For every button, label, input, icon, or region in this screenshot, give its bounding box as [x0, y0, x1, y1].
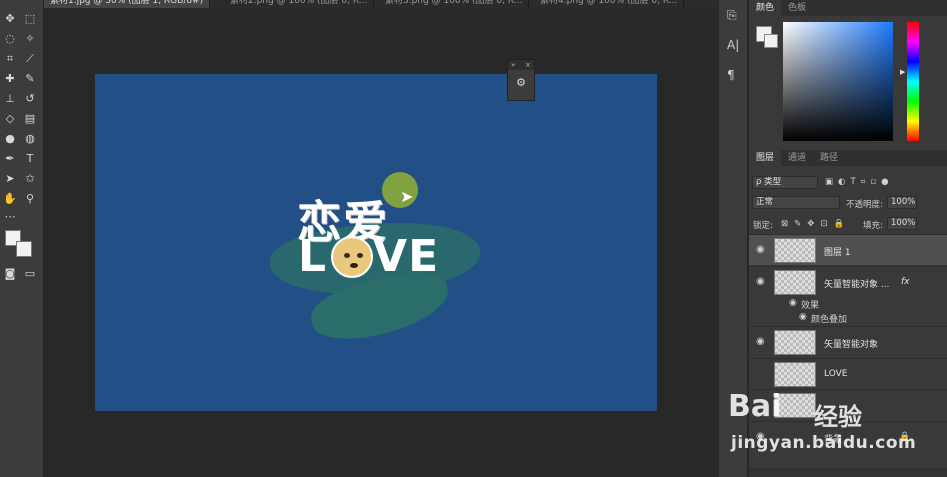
close-icon[interactable]: × — [525, 60, 531, 70]
layer-row[interactable]: ... — [749, 389, 947, 420]
tab-paths[interactable]: 路径 — [813, 150, 845, 166]
zoom-tool-icon[interactable]: ⚲ — [22, 191, 38, 207]
effect-eye-icon[interactable]: ◉ — [799, 312, 807, 322]
magic-wand-icon[interactable]: ✧ — [22, 31, 38, 47]
blur-tool-icon[interactable]: ● — [2, 131, 18, 147]
visibility-eye-icon[interactable]: ◉ — [756, 431, 765, 442]
layer-thumbnail — [774, 270, 816, 295]
effect-eye-icon[interactable]: ◉ — [789, 298, 797, 308]
shape-tool-icon[interactable]: ✩ — [22, 171, 38, 187]
layer-name: 矢量智能对象 — [824, 340, 879, 350]
dodge-tool-icon[interactable]: ◍ — [22, 131, 38, 147]
background-color-swatch[interactable] — [16, 241, 32, 257]
screen-mode-icon[interactable]: ▭ — [22, 266, 38, 282]
layers-panel-footer — [749, 468, 947, 477]
layer-row[interactable]: ◉ 矢量智能对象 ... fx — [749, 266, 947, 297]
layer-name: 背景 — [824, 435, 843, 445]
lock-icons[interactable]: ⊠✎✥⊡🔒 — [781, 219, 850, 229]
right-panels: 颜色 色板 ▶ 图层 通道 路径 ρ 类型 ▣◐T⌗▫● 正常 不透明度: 10… — [749, 0, 947, 477]
visibility-eye-icon[interactable]: ◉ — [756, 276, 765, 287]
tab-color[interactable]: 颜色 — [749, 0, 782, 16]
layer-row[interactable]: ◉ 图层 1 — [749, 234, 947, 265]
effect-item-label: 颜色叠加 — [811, 315, 848, 325]
hand-tool-icon[interactable]: ✋ — [2, 191, 18, 207]
clone-stamp-icon[interactable]: ⊥ — [2, 91, 18, 107]
lasso-tool-icon[interactable]: ◌ — [2, 31, 18, 47]
effects-row[interactable]: ◉ 效果 — [749, 298, 947, 312]
document-tabs: 素材1.jpg @ 50% (图层 1, RGB/8#) 素材2.png @ 1… — [44, 0, 718, 8]
layers-panel-tabs: 图层 通道 路径 — [749, 150, 947, 166]
tab-document-2[interactable]: 素材2.png @ 100% (图层 0, R... — [224, 0, 375, 8]
move-tool-icon[interactable]: ✥ — [2, 11, 18, 27]
healing-brush-icon[interactable]: ✚ — [2, 71, 18, 87]
path-select-icon[interactable]: ➤ — [2, 171, 18, 187]
more-tools-icon[interactable]: ⋯ — [2, 209, 18, 225]
canvas-workspace: 恋爱 L VE ➤ » × ⚙ — [45, 8, 718, 477]
tab-layers[interactable]: 图层 — [749, 150, 782, 166]
love-letters-ve: VE — [373, 231, 440, 282]
crop-tool-icon[interactable]: ⌗ — [2, 51, 18, 67]
brush-tool-icon[interactable]: ✎ — [22, 71, 38, 87]
layer-thumbnail — [774, 362, 816, 387]
layer-thumbnail — [774, 330, 816, 355]
opacity-input[interactable]: 100% — [887, 196, 917, 209]
tab-channels[interactable]: 通道 — [781, 150, 813, 166]
opacity-label: 不透明度: — [846, 200, 883, 210]
layer-fx-icon[interactable]: fx — [901, 277, 910, 287]
effect-item-row[interactable]: ◉ 颜色叠加 — [749, 312, 947, 326]
type-tool-icon[interactable]: T — [22, 151, 38, 167]
color-field[interactable] — [783, 22, 893, 141]
cursor-arrow-icon: ➤ — [400, 187, 414, 206]
history-brush-icon[interactable]: ↺ — [22, 91, 38, 107]
layer-name: 图层 1 — [824, 248, 851, 258]
visibility-eye-icon[interactable]: ◉ — [756, 336, 765, 347]
document-canvas[interactable]: 恋爱 L VE ➤ — [95, 74, 657, 411]
layer-thumbnail — [774, 393, 816, 418]
hue-caret-icon: ▶ — [900, 68, 906, 76]
photoshop-window: ✥ ⬚ ◌ ✧ ⌗ ⟋ ✚ ✎ ⊥ ↺ ◇ ▤ ● ◍ ✒ T ➤ ✩ ✋ ⚲ … — [0, 0, 947, 477]
gradient-tool-icon[interactable]: ▤ — [22, 111, 38, 127]
doge-face-icon — [331, 236, 373, 278]
eraser-tool-icon[interactable]: ◇ — [2, 111, 18, 127]
color-panel-tabs: 颜色 色板 — [749, 0, 947, 16]
blend-mode-select[interactable]: 正常 — [752, 196, 840, 209]
fill-label: 填充: — [863, 221, 883, 231]
layer-thumbnail — [774, 238, 816, 263]
tab-document-4[interactable]: 素材4.png @ 100% (图层 0, R... — [534, 0, 685, 8]
layer-row[interactable]: LOVE — [749, 358, 947, 389]
quick-mask-icon[interactable]: ◙ — [2, 266, 18, 282]
properties-icon[interactable]: ⚙ — [508, 76, 534, 89]
history-icon[interactable]: ⎘ — [727, 8, 737, 23]
layer-name: 矢量智能对象 ... — [824, 280, 890, 290]
marquee-tool-icon[interactable]: ⬚ — [22, 11, 38, 27]
panel-dock-strip: ⎘ A| ¶ — [718, 0, 748, 477]
layer-row[interactable]: ◉ 矢量智能对象 — [749, 326, 947, 357]
eyedropper-tool-icon[interactable]: ⟋ — [22, 51, 38, 67]
visibility-eye-icon[interactable]: ◉ — [756, 244, 765, 255]
layer-row[interactable]: ◉ 背景 🔒 — [749, 421, 947, 452]
pen-tool-icon[interactable]: ✒ — [2, 151, 18, 167]
tab-document-3[interactable]: 素材3.png @ 100% (图层 0, R... — [379, 0, 530, 8]
layer-name: ... — [824, 400, 833, 410]
effects-label: 效果 — [801, 301, 820, 311]
floating-mini-panel: » × ⚙ — [507, 59, 535, 101]
color-background-swatch[interactable] — [764, 34, 778, 48]
lock-label: 锁定: — [753, 221, 773, 231]
tools-panel: ✥ ⬚ ◌ ✧ ⌗ ⟋ ✚ ✎ ⊥ ↺ ◇ ▤ ● ◍ ✒ T ➤ ✩ ✋ ⚲ … — [0, 0, 44, 477]
layer-name: LOVE — [824, 369, 848, 379]
love-letter-l: L — [298, 231, 328, 282]
layer-filter-icons[interactable]: ▣◐T⌗▫● — [825, 177, 894, 187]
tab-swatches[interactable]: 色板 — [781, 0, 813, 16]
tab-document-1[interactable]: 素材1.jpg @ 50% (图层 1, RGB/8#) — [44, 0, 211, 8]
character-icon[interactable]: A| — [727, 38, 739, 52]
hue-slider[interactable] — [907, 22, 919, 141]
layer-filter-select[interactable]: ρ 类型 — [752, 176, 818, 189]
fill-input[interactable]: 100% — [887, 217, 917, 230]
expand-icon[interactable]: » — [511, 60, 515, 70]
lock-icon: 🔒 — [899, 432, 911, 442]
paragraph-icon[interactable]: ¶ — [727, 68, 735, 82]
